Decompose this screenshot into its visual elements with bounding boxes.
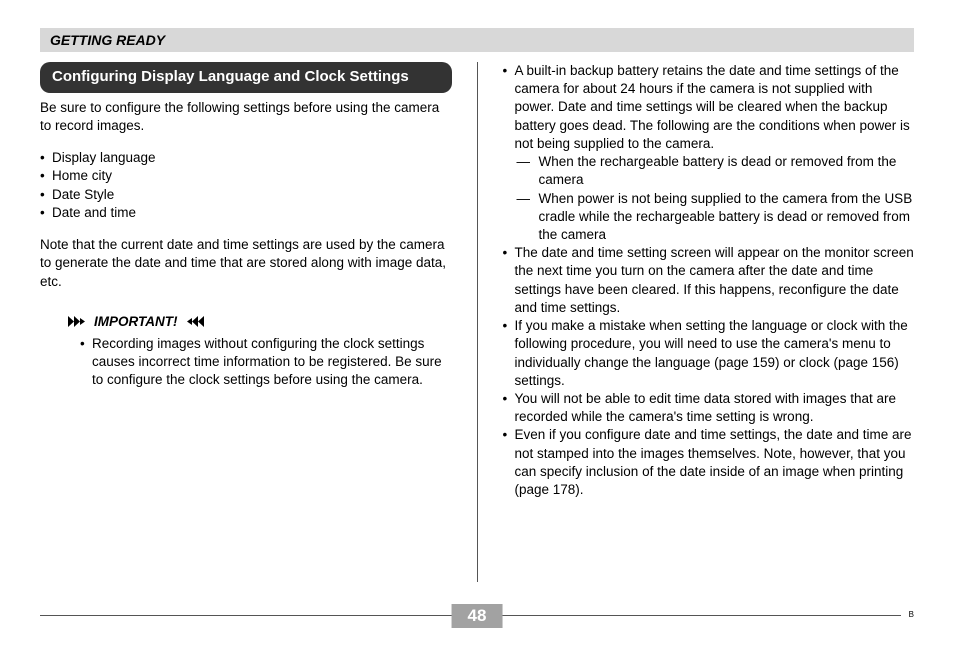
list-item: •The date and time setting screen will a… [503,244,915,317]
list-item: •You will not be able to edit time data … [503,390,915,426]
note-paragraph: Note that the current date and time sett… [40,236,452,291]
item-text: If you make a mistake when setting the l… [515,317,915,390]
item-text: Even if you configure date and time sett… [515,426,915,499]
important-label: IMPORTANT! [94,313,178,331]
manual-page: GETTING READY Configuring Display Langua… [0,0,954,646]
important-header: IMPORTANT! [68,313,452,331]
triangles-right-icon [68,316,90,327]
setting-item: Home city [52,167,112,185]
footer-mark: B [901,610,914,619]
list-item: •Home city [40,167,452,185]
list-item: •A built-in backup battery retains the d… [503,62,915,153]
sub-item: —When power is not being supplied to the… [503,190,915,245]
setting-item: Date and time [52,204,136,222]
list-item: •Even if you configure date and time set… [503,426,915,499]
setting-item: Date Style [52,186,114,204]
item-text: You will not be able to edit time data s… [515,390,915,426]
settings-list: •Display language •Home city •Date Style… [40,149,452,222]
item-text: A built-in backup battery retains the da… [515,62,915,153]
page-footer: 48 B [40,604,914,628]
important-item: • Recording images without configuring t… [68,335,452,390]
important-text: Recording images without configuring the… [92,335,452,390]
list-item: •If you make a mistake when setting the … [503,317,915,390]
list-item: •Display language [40,149,452,167]
triangles-left-icon [182,316,204,327]
right-column: •A built-in backup battery retains the d… [477,62,915,582]
list-item: •Date Style [40,186,452,204]
intro-paragraph: Be sure to configure the following setti… [40,99,452,135]
list-item: •Date and time [40,204,452,222]
page-number: 48 [452,604,503,628]
chapter-header: GETTING READY [40,28,914,52]
important-block: IMPORTANT! • Recording images without co… [40,313,452,390]
sub-text: When the rechargeable battery is dead or… [539,153,915,189]
sub-item: —When the rechargeable battery is dead o… [503,153,915,189]
section-title: Configuring Display Language and Clock S… [40,62,452,93]
content-columns: Configuring Display Language and Clock S… [40,62,914,582]
sub-text: When power is not being supplied to the … [539,190,915,245]
setting-item: Display language [52,149,156,167]
left-column: Configuring Display Language and Clock S… [40,62,477,582]
item-text: The date and time setting screen will ap… [515,244,915,317]
